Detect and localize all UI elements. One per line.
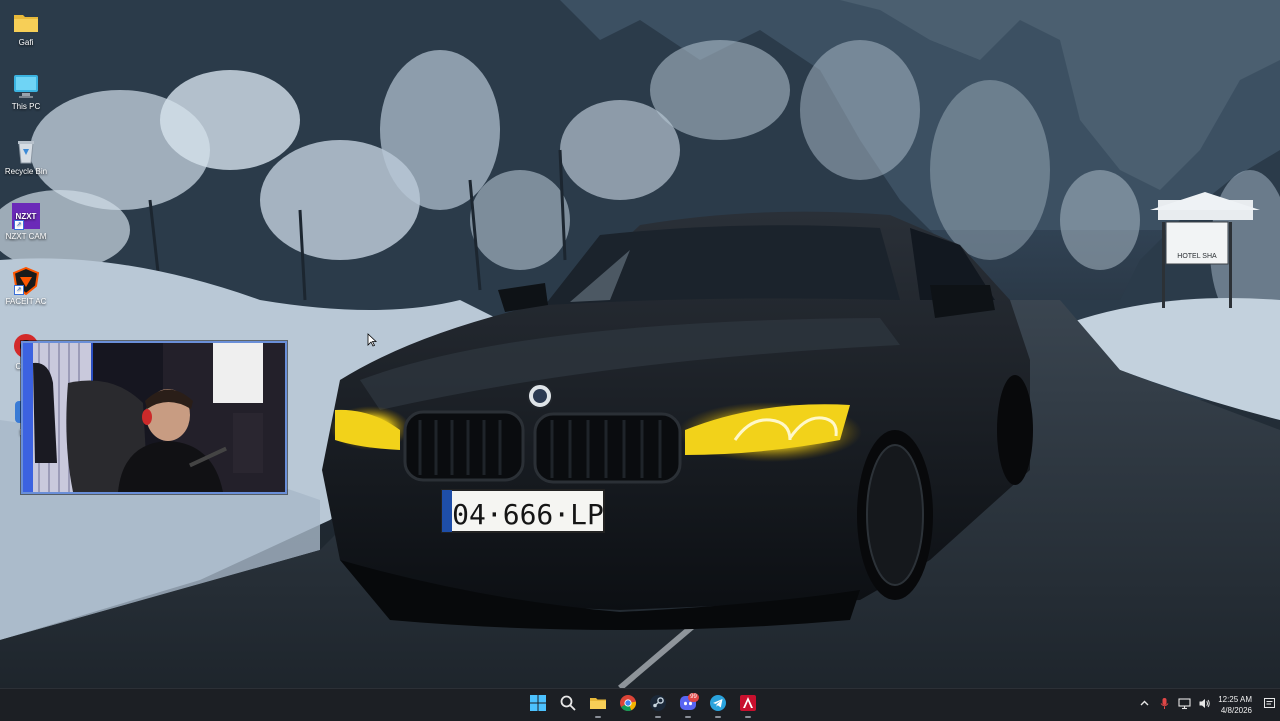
running-indicator: [685, 716, 691, 718]
desktop-icon-nzxt-cam[interactable]: NZXT ↗ NZXT CAM: [2, 202, 50, 242]
microphone-button[interactable]: [1154, 692, 1174, 718]
network-icon: [1178, 697, 1191, 713]
hotel-sign-text: HOTEL SHA: [1177, 253, 1217, 260]
running-indicator: [595, 716, 601, 718]
license-plate-text: 04·666·LP: [452, 498, 604, 531]
computer-icon: [11, 72, 41, 100]
chrome-icon: [619, 694, 637, 717]
taskbar-search-button[interactable]: [556, 692, 580, 718]
folder-icon: [11, 8, 41, 36]
clock-date: 4/8/2026: [1220, 706, 1252, 715]
taskbar-chrome-button[interactable]: [616, 692, 640, 718]
notification-center-button[interactable]: [1258, 692, 1280, 718]
chevron-up-icon: [1138, 697, 1151, 713]
mouse-cursor-icon: [367, 333, 377, 347]
microphone-icon: [1158, 697, 1171, 713]
clock-time: 12:25 AM: [1218, 695, 1252, 704]
taskbar-telegram-button[interactable]: [706, 692, 730, 718]
faceit-ac-icon: ↗: [11, 266, 41, 296]
shortcut-arrow-icon: ↗: [14, 285, 24, 295]
desktop-icon-recycle-bin[interactable]: Recycle Bin: [2, 137, 50, 177]
running-indicator: [655, 716, 661, 718]
taskbar-faceit-button[interactable]: [736, 692, 760, 718]
webcam-feed: [23, 343, 285, 492]
desktop-icon-label: Gafi: [18, 38, 34, 47]
taskbar-discord-button[interactable]: 99: [676, 692, 700, 718]
desktop-icon-label: NZXT CAM: [5, 232, 47, 241]
windows-start-icon: [529, 694, 547, 717]
taskbar-file-explorer-button[interactable]: [586, 692, 610, 718]
system-tray: 12:25 AM 4/8/2026: [1134, 689, 1280, 721]
show-hidden-icons-button[interactable]: [1134, 692, 1154, 718]
start-button[interactable]: [526, 692, 550, 718]
taskbar-clock[interactable]: 12:25 AM 4/8/2026: [1214, 694, 1258, 716]
desktop-icon-label: This PC: [11, 102, 41, 111]
recycle-bin-icon: [11, 137, 41, 165]
desktop-icon-label: Recycle Bin: [4, 167, 48, 176]
running-indicator: [715, 716, 721, 718]
volume-button[interactable]: [1194, 692, 1214, 718]
taskbar-apps: 99: [526, 689, 760, 721]
desktop-icon-label: FACEIT AC: [5, 297, 47, 306]
desktop-icon-this-pc[interactable]: This PC: [2, 72, 50, 112]
notification-badge: 99: [688, 693, 699, 702]
search-icon: [559, 694, 577, 717]
folder-icon: [589, 694, 607, 717]
webcam-overlay: [21, 341, 287, 494]
taskbar: 99 12:25 AM 4/8/2026: [0, 688, 1280, 721]
network-button[interactable]: [1174, 692, 1194, 718]
shortcut-arrow-icon: ↗: [14, 220, 24, 230]
desktop-icon-gafi[interactable]: Gafi: [2, 8, 50, 48]
running-indicator: [745, 716, 751, 718]
taskbar-steam-button[interactable]: [646, 692, 670, 718]
nzxt-cam-icon: NZXT ↗: [11, 202, 41, 230]
faceit-icon: [739, 694, 757, 717]
notification-bell-icon: [1263, 697, 1276, 713]
volume-icon: [1198, 697, 1211, 713]
telegram-icon: [709, 694, 727, 717]
desktop-icon-faceit-ac[interactable]: ↗ FACEIT AC: [2, 266, 50, 307]
steam-icon: [649, 694, 667, 717]
